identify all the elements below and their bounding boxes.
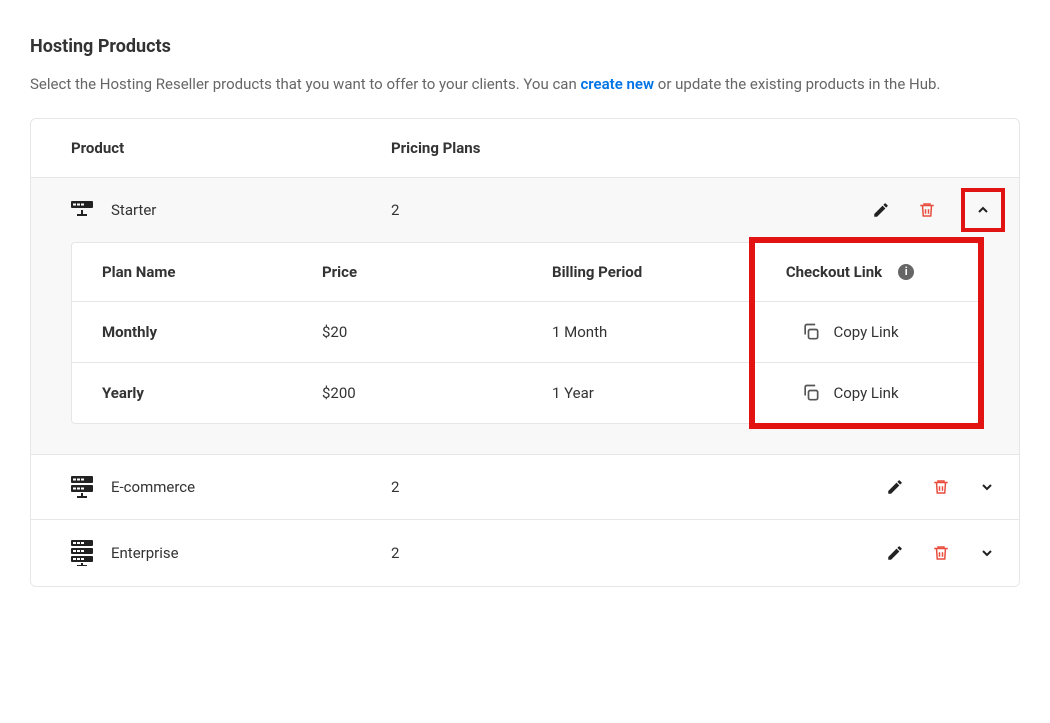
server-icon	[71, 201, 93, 219]
page-description: Select the Hosting Reseller products tha…	[30, 72, 1020, 98]
copy-link-button[interactable]: Copy Link	[801, 322, 898, 342]
copy-link-button[interactable]: Copy Link	[801, 383, 898, 403]
checkout-header-text: Checkout Link	[786, 263, 882, 281]
plan-price: $20	[322, 323, 552, 341]
info-icon[interactable]: i	[898, 264, 914, 280]
inner-header-plan: Plan Name	[102, 263, 322, 281]
plan-name: Yearly	[102, 384, 322, 402]
chevron-up-icon[interactable]	[971, 198, 995, 222]
inner-header-price: Price	[322, 263, 552, 281]
product-name: Enterprise	[111, 544, 179, 562]
server-icon	[71, 476, 93, 498]
product-plan-count: 2	[391, 544, 883, 562]
header-product: Product	[71, 139, 391, 157]
plans-inner-table: Plan Name Price Billing Period Checkout …	[71, 242, 979, 424]
product-row-wrap: Enterprise 2	[31, 519, 1019, 586]
desc-post: or update the existing products in the H…	[654, 75, 940, 93]
desc-pre: Select the Hosting Reseller products tha…	[30, 75, 580, 93]
delete-icon[interactable]	[929, 475, 953, 499]
edit-icon[interactable]	[883, 475, 907, 499]
product-name: Starter	[111, 201, 156, 219]
inner-header: Plan Name Price Billing Period Checkout …	[72, 243, 978, 301]
copy-icon	[801, 322, 821, 342]
plan-period: 1 Year	[552, 384, 752, 402]
plan-period: 1 Month	[552, 323, 752, 341]
server-icon	[71, 540, 93, 566]
products-table: Product Pricing Plans Starter 2	[30, 118, 1020, 587]
delete-icon[interactable]	[929, 541, 953, 565]
product-row-enterprise[interactable]: Enterprise 2	[31, 520, 1019, 586]
inner-header-period: Billing Period	[552, 263, 752, 281]
plan-row: Monthly $20 1 Month Copy Link	[72, 301, 978, 362]
product-row-ecommerce[interactable]: E-commerce 2	[31, 455, 1019, 519]
chevron-down-icon[interactable]	[975, 475, 999, 499]
plan-row: Yearly $200 1 Year Copy Link	[72, 362, 978, 423]
product-row-starter[interactable]: Starter 2	[31, 178, 1019, 242]
product-plan-count: 2	[391, 478, 883, 496]
expanded-panel: Plan Name Price Billing Period Checkout …	[31, 242, 1019, 454]
product-plan-count: 2	[391, 201, 869, 219]
header-pricing-plans: Pricing Plans	[391, 139, 979, 157]
table-header: Product Pricing Plans	[31, 119, 1019, 177]
copy-icon	[801, 383, 821, 403]
create-new-link[interactable]: create new	[580, 75, 654, 93]
product-row-wrap: E-commerce 2	[31, 454, 1019, 519]
highlight-toggle	[961, 188, 1005, 232]
product-row-wrap: Starter 2 Plan Name	[31, 177, 1019, 454]
plan-price: $200	[322, 384, 552, 402]
copy-link-label: Copy Link	[833, 384, 898, 402]
page-title: Hosting Products	[30, 36, 1020, 57]
chevron-down-icon[interactable]	[975, 541, 999, 565]
edit-icon[interactable]	[883, 541, 907, 565]
edit-icon[interactable]	[869, 198, 893, 222]
product-name: E-commerce	[111, 478, 195, 496]
copy-link-label: Copy Link	[833, 323, 898, 341]
inner-header-checkout: Checkout Link i	[752, 263, 948, 281]
delete-icon[interactable]	[915, 198, 939, 222]
plan-name: Monthly	[102, 323, 322, 341]
